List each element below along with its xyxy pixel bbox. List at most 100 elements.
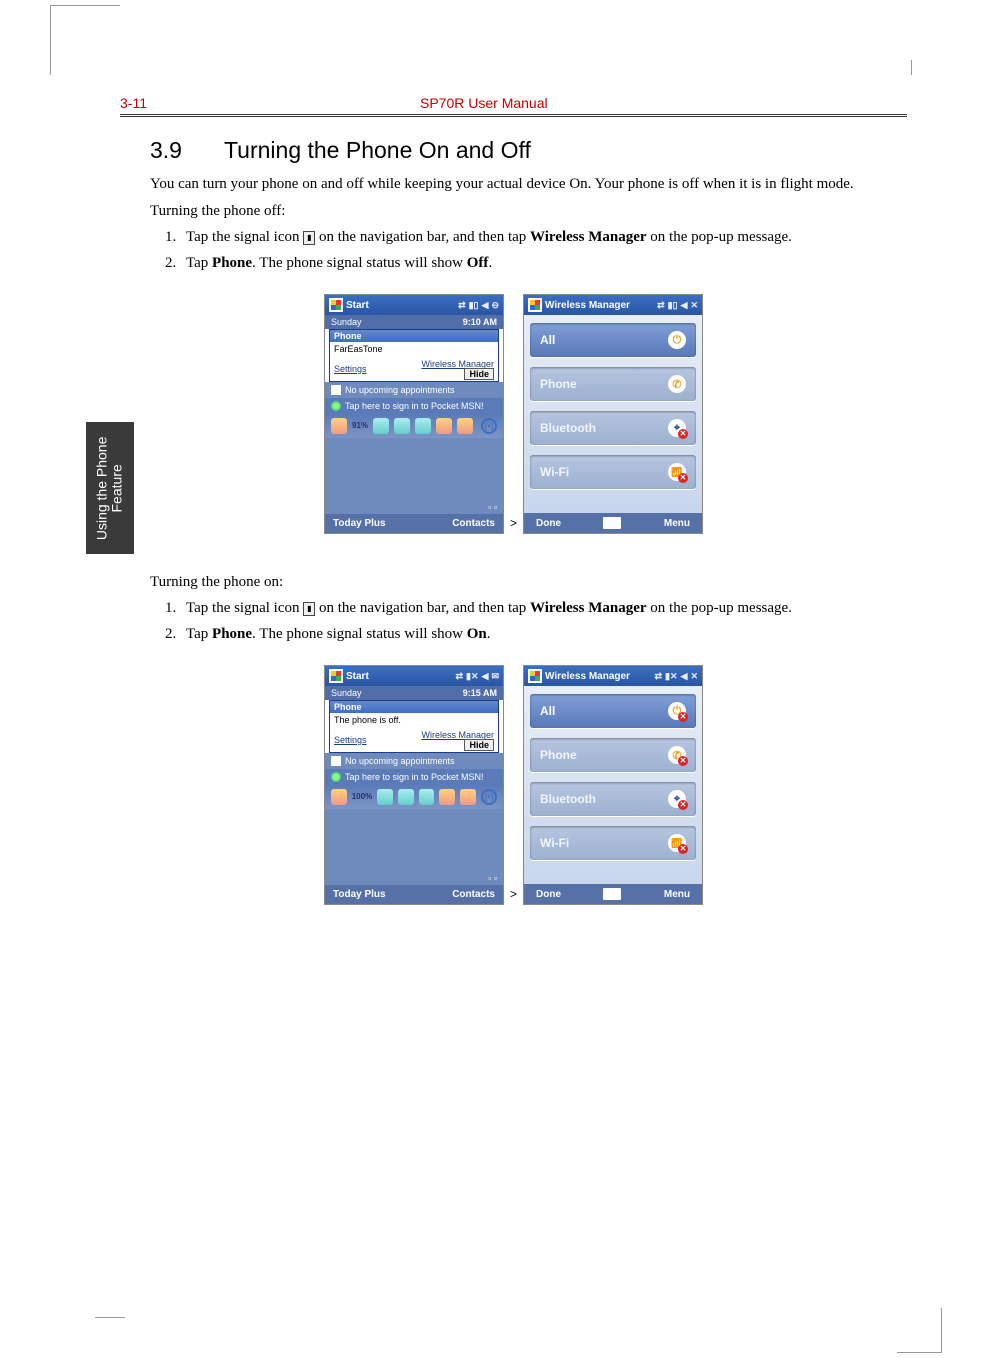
phone-icon: ✆: [668, 375, 686, 393]
off-steps: Tap the signal icon ▮ on the navigation …: [150, 226, 907, 274]
off-step-1: Tap the signal icon ▮ on the navigation …: [180, 226, 907, 249]
tray-icons: ▫ ▫: [325, 500, 503, 514]
on-intro: Turning the phone on:: [150, 574, 907, 591]
speaker-icon: ◀: [482, 300, 489, 311]
settings-link[interactable]: Settings: [334, 735, 367, 745]
off-intro: Turning the phone off:: [150, 203, 907, 220]
popup-title: Phone: [330, 330, 498, 342]
status-icons: ⇄▮✕◀✕: [654, 671, 698, 682]
wm-softkey-bar: Done Menu: [524, 513, 702, 533]
today-header: Sunday 9:10 AM: [325, 315, 503, 329]
sms-icon[interactable]: [331, 418, 347, 434]
wifi-off-icon: 📶: [668, 463, 686, 481]
calendar-icon: [331, 385, 341, 395]
msn-bar[interactable]: Tap here to sign in to Pocket MSN!: [325, 398, 503, 414]
section-heading: 3.9 Turning the Phone On and Off: [150, 137, 907, 164]
tool-icon[interactable]: [377, 789, 393, 805]
section-intro: You can turn your phone on and off while…: [150, 174, 907, 195]
titlebar: Wireless Manager ⇄▮✕◀✕: [524, 666, 702, 686]
menu-button[interactable]: Menu: [664, 518, 690, 529]
wm-wifi-button[interactable]: Wi-Fi📶: [530, 826, 696, 860]
on-step-2: Tap Phone. The phone signal status will …: [180, 623, 907, 646]
signal-icon: ▮: [303, 602, 315, 616]
sync-icon: ⇄: [458, 300, 466, 311]
keyboard-icon[interactable]: [603, 888, 621, 900]
menu-button[interactable]: Menu: [664, 889, 690, 900]
hide-button[interactable]: Hide: [464, 739, 494, 751]
arrow-separator: >: [510, 887, 517, 905]
off-step-2: Tap Phone. The phone signal status will …: [180, 252, 907, 275]
windows-flag-icon: [528, 669, 542, 683]
tool-icon[interactable]: [419, 789, 435, 805]
keyboard-icon[interactable]: [603, 517, 621, 529]
signal-icon: ▮: [303, 231, 315, 245]
power-off-icon: ⏻: [668, 702, 686, 720]
wireless-icon[interactable]: ((•)): [481, 418, 497, 434]
tool-icon[interactable]: [436, 418, 452, 434]
titlebar: Start ⇄▮✕◀✉: [325, 666, 503, 686]
tool-icon[interactable]: [398, 789, 414, 805]
done-button[interactable]: Done: [536, 518, 561, 529]
page-body: 3-11 SP70R User Manual 3.9 Turning the P…: [0, 0, 992, 1005]
wm-wifi-button[interactable]: Wi-Fi📶: [530, 455, 696, 489]
status-icons: ⇄▮▯◀✕: [657, 300, 698, 311]
wm-all-button[interactable]: All⏻: [530, 323, 696, 357]
wireless-icon[interactable]: ((•)): [481, 789, 497, 805]
wm-title: Wireless Manager: [545, 300, 630, 311]
today-time: 9:15 AM: [463, 688, 497, 698]
figure-row-off: Start ⇄▮▯◀⊖ Sunday 9:10 AM Phone FarEasT…: [120, 294, 907, 534]
windows-flag-icon: [329, 669, 343, 683]
wm-phone-button[interactable]: Phone✆: [530, 738, 696, 772]
battery-icon: ⊖: [491, 300, 499, 311]
tool-icon[interactable]: [394, 418, 410, 434]
quick-icons-row: 100% ((•)): [325, 785, 503, 809]
popup-status: The phone is off.: [330, 713, 498, 728]
softkey-right[interactable]: Contacts: [452, 518, 495, 529]
tool-icon[interactable]: [373, 418, 389, 434]
wm-bluetooth-button[interactable]: Bluetooth⌖: [530, 782, 696, 816]
hide-button[interactable]: Hide: [464, 368, 494, 380]
wm-phone-button[interactable]: Phone✆: [530, 367, 696, 401]
popup-carrier: FarEasTone: [330, 342, 498, 357]
section-number: 3.9: [150, 137, 218, 164]
tool-icon[interactable]: [415, 418, 431, 434]
status-icons: ⇄▮▯◀⊖: [458, 300, 499, 311]
wm-all-button[interactable]: All⏻: [530, 694, 696, 728]
wm-body: All⏻ Phone✆ Bluetooth⌖ Wi-Fi📶: [524, 686, 702, 884]
device-wireless-manager-off: Wireless Manager ⇄▮▯◀✕ All⏻ Phone✆ Bluet…: [523, 294, 703, 534]
today-header: Sunday 9:15 AM: [325, 686, 503, 700]
wifi-off-icon: 📶: [668, 834, 686, 852]
wm-bluetooth-button[interactable]: Bluetooth⌖: [530, 411, 696, 445]
sms-icon[interactable]: [331, 789, 347, 805]
on-steps: Tap the signal icon ▮ on the navigation …: [150, 597, 907, 645]
settings-link[interactable]: Settings: [334, 364, 367, 374]
today-day: Sunday: [331, 688, 362, 698]
done-button[interactable]: Done: [536, 889, 561, 900]
start-label: Start: [346, 671, 369, 682]
softkey-bar: Today Plus Contacts: [325, 885, 503, 904]
windows-flag-icon: [528, 298, 542, 312]
popup-title: Phone: [330, 701, 498, 713]
softkey-right[interactable]: Contacts: [452, 889, 495, 900]
quick-icons-row: 91% ((•)): [325, 414, 503, 438]
on-step-1: Tap the signal icon ▮ on the navigation …: [180, 597, 907, 620]
msn-bar[interactable]: Tap here to sign in to Pocket MSN!: [325, 769, 503, 785]
arrow-separator: >: [510, 516, 517, 534]
tool-icon[interactable]: [457, 418, 473, 434]
msn-icon: [331, 401, 341, 411]
no-appointments-bar: No upcoming appointments: [325, 382, 503, 398]
softkey-bar: Today Plus Contacts: [325, 514, 503, 533]
softkey-left[interactable]: Today Plus: [333, 889, 386, 900]
titlebar: Start ⇄▮▯◀⊖: [325, 295, 503, 315]
wm-body: All⏻ Phone✆ Bluetooth⌖ Wi-Fi📶: [524, 315, 702, 513]
battery-percent: 100%: [352, 792, 372, 801]
softkey-left[interactable]: Today Plus: [333, 518, 386, 529]
device-wireless-manager-on: Wireless Manager ⇄▮✕◀✕ All⏻ Phone✆ Bluet…: [523, 665, 703, 905]
wm-title: Wireless Manager: [545, 671, 630, 682]
start-label: Start: [346, 300, 369, 311]
figure-row-on: Start ⇄▮✕◀✉ Sunday 9:15 AM Phone The pho…: [120, 665, 907, 905]
tool-icon[interactable]: [439, 789, 455, 805]
titlebar: Wireless Manager ⇄▮▯◀✕: [524, 295, 702, 315]
phone-popup: Phone The phone is off. Settings Wireles…: [329, 700, 499, 753]
tool-icon[interactable]: [460, 789, 476, 805]
